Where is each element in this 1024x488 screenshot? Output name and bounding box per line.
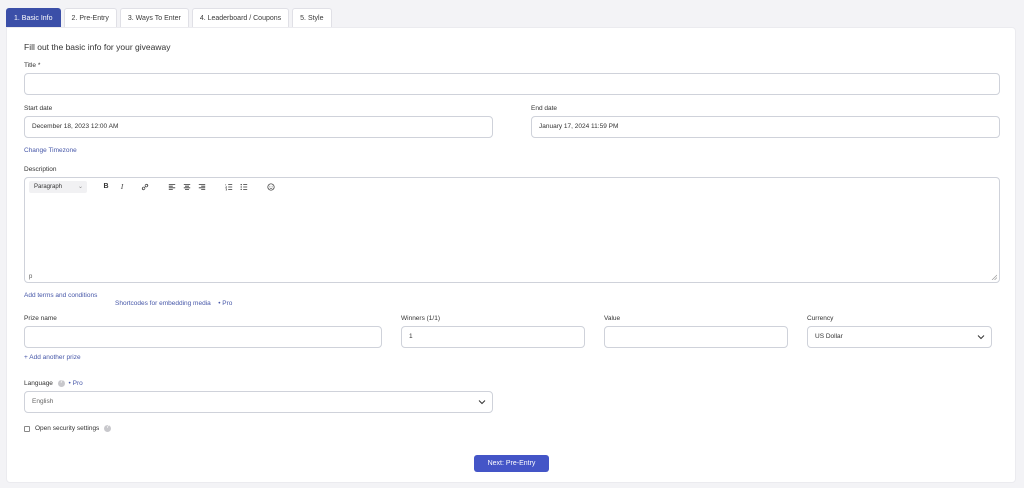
language-label: Language	[24, 380, 53, 388]
align-right-icon[interactable]	[196, 181, 208, 193]
chevron-down-icon	[977, 335, 985, 340]
security-settings-checkbox[interactable]	[24, 426, 30, 432]
security-settings-label: Open security settings	[35, 425, 100, 433]
shortcodes-row: Shortcodes for embedding media • Pro	[115, 292, 232, 310]
italic-icon[interactable]: I	[116, 181, 128, 193]
bold-icon[interactable]: B	[100, 181, 112, 193]
chevron-down-icon	[478, 400, 486, 405]
value-label: Value	[604, 315, 621, 322]
winners-input[interactable]: 1	[401, 326, 585, 348]
currency-label: Currency	[807, 315, 834, 322]
winners-label: Winners (1/1)	[401, 315, 441, 322]
form-heading: Fill out the basic info for your giveawa…	[24, 42, 171, 52]
tab-basic-info[interactable]: 1. Basic Info	[6, 8, 61, 27]
info-icon[interactable]	[57, 379, 65, 387]
language-label-row: Language • Pro	[24, 379, 83, 388]
tab-ways-to-enter[interactable]: 3. Ways To Enter	[119, 8, 189, 27]
description-label: Description	[24, 166, 57, 173]
editor-status-path: p	[29, 274, 33, 280]
align-left-icon[interactable]	[166, 181, 178, 193]
next-pre-entry-button[interactable]: Next: Pre-Entry	[474, 455, 549, 472]
value-input[interactable]	[604, 326, 788, 348]
pro-badge: • Pro	[218, 300, 233, 307]
security-settings-row: Open security settings	[35, 424, 112, 433]
shortcodes-link[interactable]: Shortcodes for embedding media	[115, 300, 211, 307]
ordered-list-icon[interactable]	[223, 181, 235, 193]
resize-handle-icon[interactable]	[991, 274, 997, 280]
end-date-input[interactable]: January 17, 2024 11:59 PM	[531, 116, 1000, 138]
bullet-list-icon[interactable]	[238, 181, 250, 193]
title-label: Title *	[24, 62, 40, 69]
tab-leaderboard-coupons[interactable]: 4. Leaderboard / Coupons	[191, 8, 290, 27]
language-pro-badge: • Pro	[68, 380, 83, 388]
chevron-down-icon: ⌄	[77, 184, 83, 190]
info-icon[interactable]	[104, 424, 112, 432]
emoji-icon[interactable]	[265, 181, 277, 193]
tab-pre-entry[interactable]: 2. Pre-Entry	[63, 8, 117, 27]
prize-name-input[interactable]	[24, 326, 382, 348]
title-label-text: Title	[24, 62, 37, 69]
add-terms-link[interactable]: Add terms and conditions	[24, 292, 97, 299]
tab-bar: 1. Basic Info 2. Pre-Entry 3. Ways To En…	[6, 8, 332, 27]
basic-info-panel: Fill out the basic info for your giveawa…	[6, 27, 1016, 483]
title-input[interactable]	[24, 73, 1000, 95]
end-date-label: End date	[531, 105, 558, 112]
start-date-input[interactable]: December 18, 2023 12:00 AM	[24, 116, 493, 138]
format-select-value: Paragraph	[34, 184, 63, 190]
prize-name-label: Prize name	[24, 315, 57, 322]
description-editor[interactable]: Paragraph ⌄ B I p	[24, 177, 1000, 283]
change-timezone-link[interactable]: Change Timezone	[24, 147, 77, 154]
language-select-value: English	[32, 398, 54, 405]
tab-style[interactable]: 5. Style	[292, 8, 332, 27]
format-select[interactable]: Paragraph ⌄	[29, 181, 87, 193]
add-prize-link[interactable]: + Add another prize	[24, 354, 81, 361]
align-center-icon[interactable]	[181, 181, 193, 193]
language-select[interactable]: English	[24, 391, 493, 413]
link-icon[interactable]	[139, 181, 151, 193]
start-date-label: Start date	[24, 105, 53, 112]
editor-toolbar: Paragraph ⌄ B I	[25, 178, 999, 196]
currency-select[interactable]: US Dollar	[807, 326, 992, 348]
required-marker: *	[37, 62, 41, 69]
currency-select-value: US Dollar	[815, 333, 843, 340]
